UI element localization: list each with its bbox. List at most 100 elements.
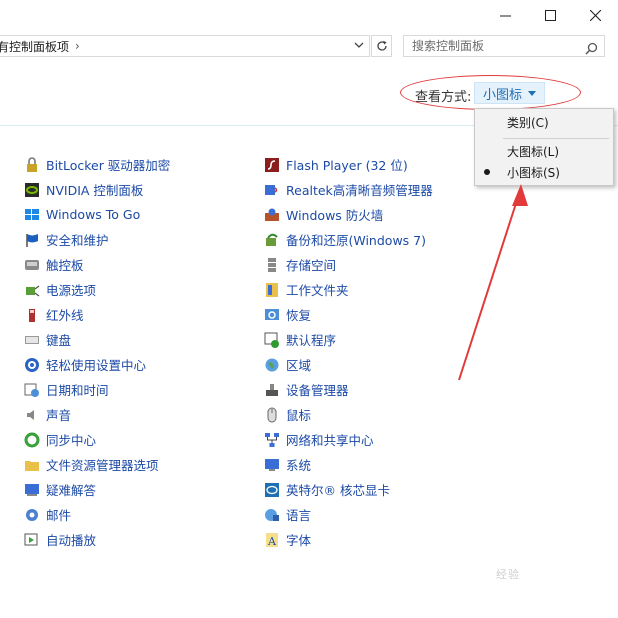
flag-icon bbox=[24, 232, 40, 248]
cp-item-label: 文件资源管理器选项 bbox=[46, 458, 159, 473]
cp-item-default-programs[interactable]: 默认程序 bbox=[264, 327, 433, 352]
cp-item-date-time[interactable]: 日期和时间 bbox=[24, 377, 170, 402]
cp-item-autoplay[interactable]: 自动播放 bbox=[24, 527, 170, 552]
cp-item-ease-of-access[interactable]: 轻松使用设置中心 bbox=[24, 352, 170, 377]
cp-item-label: 英特尔® 核芯显卡 bbox=[286, 483, 390, 498]
cp-item-infrared[interactable]: 红外线 bbox=[24, 302, 170, 327]
cp-item-label: 邮件 bbox=[46, 508, 72, 523]
cp-item-mail[interactable]: 邮件 bbox=[24, 502, 170, 527]
cp-item-network-sharing[interactable]: 网络和共享中心 bbox=[264, 427, 433, 452]
cp-item-label: 触控板 bbox=[46, 258, 84, 273]
cp-item-region[interactable]: 区域 bbox=[264, 352, 433, 377]
cp-item-label: 红外线 bbox=[46, 308, 84, 323]
cp-item-device-manager[interactable]: 设备管理器 bbox=[264, 377, 433, 402]
cp-item-label: 日期和时间 bbox=[46, 383, 109, 398]
cp-item-system[interactable]: 系统 bbox=[264, 452, 433, 477]
firewall-icon bbox=[264, 207, 280, 223]
view-by-label: 查看方式: bbox=[415, 90, 472, 105]
cp-item-flash-player[interactable]: Flash Player (32 位) bbox=[264, 152, 433, 177]
sync-icon bbox=[24, 432, 40, 448]
menu-item-large-icons[interactable]: 大图标(L) bbox=[475, 141, 613, 161]
speaker-icon bbox=[24, 407, 40, 423]
refresh-icon bbox=[376, 40, 387, 51]
cp-item-label: 备份和还原(Windows 7) bbox=[286, 233, 426, 248]
infrared-icon bbox=[24, 307, 40, 323]
cp-item-nvidia[interactable]: NVIDIA 控制面板 bbox=[24, 177, 170, 202]
cp-item-label: 声音 bbox=[46, 408, 72, 423]
cp-item-mouse[interactable]: 鼠标 bbox=[264, 402, 433, 427]
cp-item-label: 字体 bbox=[286, 533, 312, 548]
cp-item-windows-firewall[interactable]: Windows 防火墙 bbox=[264, 202, 433, 227]
power-icon bbox=[24, 282, 40, 298]
control-panel-items-left: BitLocker 驱动器加密 NVIDIA 控制面板 Windows To G… bbox=[24, 152, 170, 552]
cp-item-sound[interactable]: 声音 bbox=[24, 402, 170, 427]
cp-item-work-folders[interactable]: 工作文件夹 bbox=[264, 277, 433, 302]
font-icon: A bbox=[264, 532, 280, 548]
cp-item-keyboard[interactable]: 键盘 bbox=[24, 327, 170, 352]
cp-item-storage-spaces[interactable]: 存储空间 bbox=[264, 252, 433, 277]
cp-item-label: 默认程序 bbox=[286, 333, 337, 348]
refresh-button[interactable] bbox=[371, 35, 392, 57]
cp-item-file-explorer-options[interactable]: 文件资源管理器选项 bbox=[24, 452, 170, 477]
svg-text:A: A bbox=[267, 535, 277, 548]
minimize-icon bbox=[499, 15, 511, 16]
cp-item-label: 恢复 bbox=[286, 308, 312, 323]
cp-item-touchpad[interactable]: 触控板 bbox=[24, 252, 170, 277]
menu-item-category[interactable]: 类别(C) bbox=[475, 112, 613, 132]
calendar-clock-icon bbox=[24, 382, 40, 398]
cp-item-label: 工作文件夹 bbox=[286, 283, 349, 298]
view-by-selected: 小图标 bbox=[483, 87, 523, 103]
work-folders-icon bbox=[264, 282, 280, 298]
cp-item-label: 疑难解答 bbox=[46, 483, 97, 498]
cp-item-label: Windows 防火墙 bbox=[286, 208, 384, 223]
cp-item-label: 轻松使用设置中心 bbox=[46, 358, 147, 373]
view-by-dropdown[interactable]: 小图标 bbox=[474, 82, 546, 104]
maximize-button[interactable] bbox=[527, 0, 573, 30]
cp-item-label: 电源选项 bbox=[46, 283, 97, 298]
system-monitor-icon bbox=[264, 457, 280, 473]
breadcrumb-chevron[interactable]: › bbox=[75, 39, 80, 53]
device-manager-icon bbox=[264, 382, 280, 398]
search-input[interactable] bbox=[404, 38, 584, 54]
bitlocker-icon bbox=[24, 156, 40, 173]
default-programs-icon bbox=[264, 332, 280, 348]
cp-item-label: 网络和共享中心 bbox=[286, 433, 374, 448]
menu-separator bbox=[503, 138, 609, 139]
control-panel-items-right: Flash Player (32 位) Realtek高清晰音频管理器 Wind… bbox=[264, 152, 433, 552]
mouse-icon bbox=[264, 407, 280, 423]
cp-item-label: 自动播放 bbox=[46, 533, 97, 548]
close-button[interactable] bbox=[572, 0, 618, 30]
cp-item-windows-to-go[interactable]: Windows To Go bbox=[24, 202, 170, 227]
cp-item-recovery[interactable]: 恢复 bbox=[264, 302, 433, 327]
cp-item-label: 键盘 bbox=[46, 333, 72, 348]
minimize-button[interactable] bbox=[482, 0, 528, 30]
menu-item-label: 小图标(S) bbox=[507, 165, 560, 180]
cp-item-intel-graphics[interactable]: 英特尔® 核芯显卡 bbox=[264, 477, 433, 502]
cp-item-fonts[interactable]: A 字体 bbox=[264, 527, 433, 552]
flash-icon bbox=[264, 157, 280, 173]
search-box[interactable] bbox=[403, 35, 605, 57]
watermark: 经验 bbox=[496, 568, 520, 581]
address-history-dropdown[interactable] bbox=[353, 39, 365, 54]
menu-item-small-icons[interactable]: 小图标(S) bbox=[475, 162, 613, 182]
cp-item-power-options[interactable]: 电源选项 bbox=[24, 277, 170, 302]
cp-item-security-maintenance[interactable]: 安全和维护 bbox=[24, 227, 170, 252]
menu-item-label: 类别(C) bbox=[507, 115, 549, 130]
mail-icon bbox=[24, 507, 40, 523]
address-bar[interactable]: 有控制面板项 › bbox=[0, 35, 370, 57]
cp-item-label: 安全和维护 bbox=[46, 233, 109, 248]
cp-item-troubleshooting[interactable]: 疑难解答 bbox=[24, 477, 170, 502]
cp-item-label: 语言 bbox=[286, 508, 312, 523]
cp-item-realtek-audio[interactable]: Realtek高清晰音频管理器 bbox=[264, 177, 433, 202]
radio-bullet-icon bbox=[484, 169, 490, 175]
recovery-icon bbox=[264, 307, 280, 323]
cp-item-sync-center[interactable]: 同步中心 bbox=[24, 427, 170, 452]
breadcrumb[interactable]: 有控制面板项 bbox=[0, 38, 69, 55]
cp-item-bitlocker[interactable]: BitLocker 驱动器加密 bbox=[24, 152, 170, 177]
keyboard-icon bbox=[24, 332, 40, 348]
search-icon[interactable] bbox=[585, 40, 598, 59]
cp-item-label: NVIDIA 控制面板 bbox=[46, 183, 144, 198]
cp-item-label: Flash Player (32 位) bbox=[286, 158, 408, 173]
cp-item-language[interactable]: 语言 bbox=[264, 502, 433, 527]
cp-item-backup-restore[interactable]: 备份和还原(Windows 7) bbox=[264, 227, 433, 252]
